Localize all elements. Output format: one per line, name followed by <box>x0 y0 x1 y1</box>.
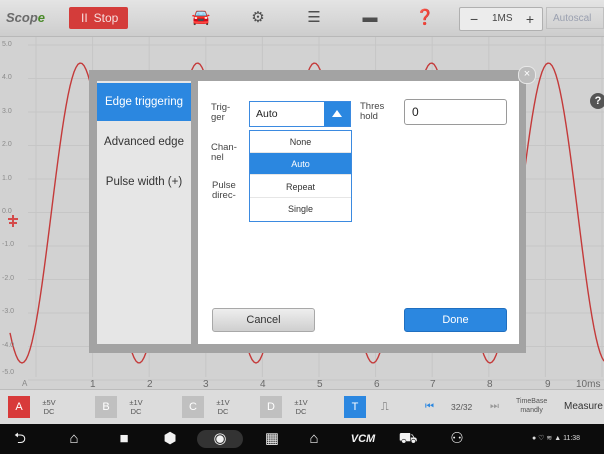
y-label: 0.0 <box>2 208 12 215</box>
cancel-button[interactable]: Cancel <box>212 308 315 332</box>
y-label: -3.0 <box>2 308 15 315</box>
timebase-decrease-button[interactable]: − <box>470 8 478 30</box>
back-icon[interactable]: ⮌ <box>10 430 30 448</box>
y-label: 1.0 <box>2 175 12 182</box>
vcm-icon[interactable]: VCM <box>348 430 378 448</box>
channel-c-settings: ±1V DC <box>216 398 230 416</box>
pulse-direction-label: Pulse direc- <box>212 180 236 201</box>
gear-icon[interactable]: ⚙ <box>248 9 268 27</box>
measure-button[interactable]: Measure <box>564 396 603 418</box>
y-label: 2.0 <box>2 141 12 148</box>
tab-advanced-edge[interactable]: Advanced edge <box>97 123 191 161</box>
clock: 11:38 <box>563 435 581 442</box>
timebase-increase-button[interactable]: + <box>526 8 534 30</box>
stop-label: Stop <box>93 11 119 25</box>
stop-button[interactable]: II Stop <box>69 7 128 29</box>
trigger-level-marker <box>8 215 18 227</box>
y-label: -1.0 <box>2 241 15 248</box>
timebase-mode[interactable]: TimeBase mandly <box>516 397 547 419</box>
trigger-mode-select[interactable]: Auto <box>249 101 351 127</box>
system-nav-bar: ⮌ ⌂ ■ ⬢ ◉ ▦ ⌂ VCM ⛟ ⚇ ● ♡ ≋ ▲ 11:38 <box>0 424 604 454</box>
trigger-mode-value: Auto <box>256 108 278 120</box>
done-button[interactable]: Done <box>404 308 507 332</box>
channel-a-button[interactable]: A <box>8 396 30 418</box>
camera-icon[interactable]: ◉ <box>197 430 243 448</box>
channel-c-button[interactable]: C <box>182 396 204 418</box>
threshold-input[interactable]: 0 <box>404 99 507 125</box>
option-none[interactable]: None <box>250 131 351 153</box>
timebase-value: 1MS <box>492 13 513 24</box>
y-label: -4.0 <box>2 342 15 349</box>
trigger-mode-options: None Auto Repeat Single <box>249 130 352 222</box>
y-label: 5.0 <box>2 41 12 48</box>
pause-icon: II <box>81 11 88 25</box>
edge-icon: ⎍ <box>381 401 389 413</box>
tab-pulse-width[interactable]: Pulse width (+) <box>97 163 191 201</box>
autoscale-button[interactable]: Autoscal <box>546 7 604 29</box>
trigger-type-tabs: Edge triggering Advanced edge Pulse widt… <box>97 81 191 344</box>
y-label: 4.0 <box>2 74 12 81</box>
option-single[interactable]: Single <box>250 198 351 220</box>
y-label: -2.0 <box>2 275 15 282</box>
trigger-label: Trig-ger <box>211 102 231 123</box>
channel-label: Chan-nel <box>211 142 237 163</box>
x-start-label: A <box>22 379 28 388</box>
option-auto[interactable]: Auto <box>250 153 351 175</box>
app-logo: Scope <box>6 10 46 25</box>
network-icon[interactable]: ⚇ <box>447 430 467 448</box>
last-page-icon[interactable]: ⏭ <box>490 396 499 418</box>
system-status: ● ♡ ≋ ▲ 11:38 <box>532 435 581 442</box>
y-label: 3.0 <box>2 108 12 115</box>
database-icon[interactable]: ☰ <box>304 9 324 27</box>
help-icon[interactable]: ❓ <box>415 9 435 27</box>
car-icon[interactable]: ⛟ <box>398 430 418 448</box>
option-repeat[interactable]: Repeat <box>250 176 351 198</box>
home-icon[interactable]: ⌂ <box>64 430 84 448</box>
chevron-up-icon[interactable] <box>324 102 350 126</box>
trigger-button[interactable]: T <box>344 396 366 418</box>
timebase-stepper[interactable]: − 1MS + <box>459 7 543 31</box>
channel-b-button[interactable]: B <box>95 396 117 418</box>
channel-b-settings: ±1V DC <box>129 398 143 416</box>
shop-icon[interactable]: ⌂ <box>304 430 324 448</box>
car-icon[interactable]: 🚘 <box>191 9 211 27</box>
browser-icon[interactable]: ⬢ <box>160 430 180 448</box>
channel-d-settings: ±1V DC <box>294 398 308 416</box>
page-counter: 32/32 <box>451 402 473 412</box>
recent-apps-icon[interactable]: ■ <box>114 430 134 448</box>
top-toolbar: Scope II Stop 🚘 ⚙ ☰ ▬ ❓ − 1MS + Autoscal <box>0 0 604 37</box>
tab-edge-triggering[interactable]: Edge triggering <box>97 83 191 121</box>
help-icon[interactable]: ? <box>590 93 604 109</box>
channel-a-settings: ±5V DC <box>42 398 56 416</box>
channel-bar: A ±5V DC B ±1V DC C ±1V DC D ±1V DC T ⎍ ⏮ 32… <box>0 389 604 424</box>
y-label: -5.0 <box>2 369 15 376</box>
gallery-icon[interactable]: ▦ <box>262 430 282 448</box>
close-icon[interactable]: × <box>518 66 536 84</box>
threshold-label: Thres hold <box>360 101 385 122</box>
first-page-icon[interactable]: ⏮ <box>425 396 434 418</box>
folder-icon[interactable]: ▬ <box>360 9 380 27</box>
channel-d-button[interactable]: D <box>260 396 282 418</box>
